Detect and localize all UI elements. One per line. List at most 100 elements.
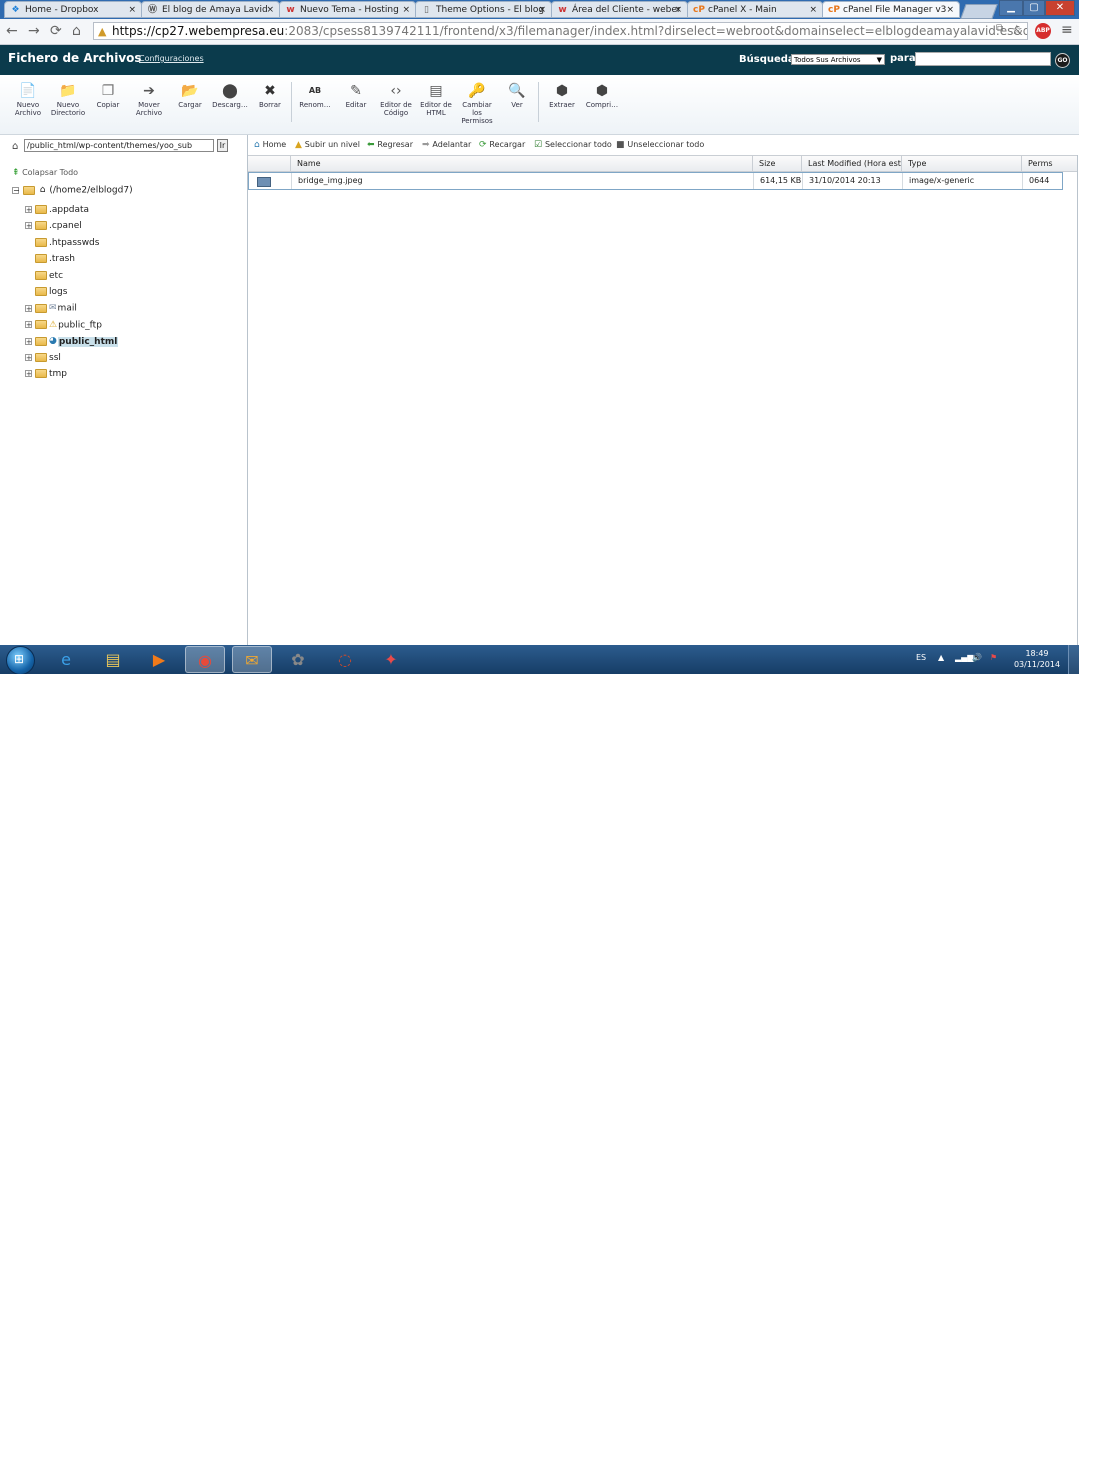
upload-button[interactable]: 📂 Cargar <box>170 82 210 109</box>
back-arrow-link[interactable]: ⬅ Regresar <box>367 140 413 150</box>
adblock-icon[interactable]: ABP <box>1035 23 1051 39</box>
tree-item[interactable]: + tmp <box>25 369 67 383</box>
path-go-button[interactable]: Ir <box>217 139 228 152</box>
close-tab-icon[interactable]: × <box>946 5 954 15</box>
delete-button[interactable]: ✖ Borrar <box>250 82 290 109</box>
permissions-button[interactable]: 🔑 Cambiar los Permisos <box>457 82 497 125</box>
size-column-header[interactable]: Size <box>752 156 801 171</box>
ie-icon[interactable]: e <box>46 646 86 673</box>
system-clock[interactable]: 18:49 03/11/2014 <box>1012 648 1062 670</box>
app-icon[interactable]: ◌ <box>325 646 365 673</box>
close-tab-icon[interactable]: × <box>266 5 274 15</box>
tree-item[interactable]: + .appdata <box>25 205 89 219</box>
compress-button[interactable]: ⬢ Compri… <box>582 82 622 109</box>
download-button[interactable]: ⬤ Descarg… <box>210 82 250 109</box>
new-folder-button[interactable]: 📁 Nuevo Directorio <box>48 82 88 117</box>
new-file-button[interactable]: 📄 Nuevo Archivo <box>8 82 48 117</box>
tree-item[interactable]: + .cpanel <box>25 221 82 235</box>
extract-button[interactable]: ⬢ Extraer <box>542 82 582 109</box>
table-row[interactable]: bridge_img.jpeg 614,15 KB 31/10/2014 20:… <box>248 172 1063 190</box>
tree-item[interactable]: etc <box>25 270 63 285</box>
settings-link[interactable]: Configuraciones <box>139 54 204 63</box>
edit-button[interactable]: ✎ Editar <box>336 82 376 109</box>
tree-item[interactable]: + ◕ public_html <box>25 336 119 350</box>
go-button[interactable]: GO <box>1055 53 1070 68</box>
expand-node-icon[interactable]: + <box>25 370 32 378</box>
expand-node-icon[interactable]: + <box>25 304 32 312</box>
collapse-node-icon[interactable]: − <box>12 186 20 194</box>
collapse-all-link[interactable]: ⇞ Colapsar Todo <box>12 168 78 178</box>
close-tab-icon[interactable]: × <box>674 5 682 15</box>
tree-item[interactable]: + ⚠public_ftp <box>25 320 102 334</box>
forward-arrow-link[interactable]: ➡ Adelantar <box>422 140 471 150</box>
bookmark-star-icon[interactable]: ☆ <box>1011 23 1023 38</box>
expand-node-icon[interactable]: + <box>25 337 32 345</box>
minimize-window-button[interactable]: ▁ <box>999 0 1023 16</box>
close-tab-icon[interactable]: × <box>128 5 136 15</box>
reload-link[interactable]: ⟳ Recargar <box>479 140 525 150</box>
up-level-link[interactable]: ▲ Subir un nivel <box>295 140 360 150</box>
chrome-icon[interactable]: ◉ <box>185 646 225 673</box>
search-scope-select[interactable]: Todos Sus Archivos ▼ <box>791 54 885 65</box>
reload-icon[interactable]: ⟳ <box>50 23 62 39</box>
select-all-link[interactable]: ☑ Seleccionar todo <box>534 140 612 150</box>
browser-tab[interactable]: Ⓦ El blog de Amaya Lavid × <box>141 1 280 18</box>
close-tab-icon[interactable]: × <box>402 5 410 15</box>
action-center-flag-icon[interactable]: ⚑ <box>990 653 997 662</box>
bird-icon[interactable]: ✦ <box>371 646 411 673</box>
explorer-icon[interactable]: ▤ <box>93 646 133 673</box>
tree-item-label: .trash <box>49 254 75 265</box>
page-action-icon[interactable]: ⧉ <box>996 23 1003 34</box>
home-link[interactable]: ⌂ Home <box>254 140 286 150</box>
show-desktop-button[interactable] <box>1068 645 1079 674</box>
expand-node-icon[interactable]: + <box>25 222 32 230</box>
move-button[interactable]: ➔ Mover Archivo <box>129 82 169 117</box>
expand-node-icon[interactable]: + <box>25 353 32 361</box>
tree-item[interactable]: logs <box>25 287 67 301</box>
expand-node-icon[interactable]: + <box>25 206 32 214</box>
home-icon[interactable]: ⌂ <box>72 23 81 39</box>
media-player-icon[interactable]: ▶ <box>139 646 179 673</box>
new-tab-button[interactable] <box>960 4 998 19</box>
tree-item[interactable]: + ssl <box>25 352 61 367</box>
tree-item[interactable]: + ✉mail <box>25 303 77 317</box>
type-column-header[interactable]: Type <box>901 156 1021 171</box>
view-button[interactable]: 🔍 Ver <box>497 82 537 109</box>
browser-tab[interactable]: cP cPanel X - Main × <box>687 1 823 18</box>
forward-arrow-icon[interactable]: → <box>28 23 40 39</box>
close-window-button[interactable]: ✕ <box>1045 0 1075 16</box>
browser-tab[interactable]: ❖ Home - Dropbox × <box>4 1 142 18</box>
browser-tab[interactable]: w Área del Cliente - weber × <box>551 1 688 18</box>
tree-item[interactable]: .trash <box>25 254 75 268</box>
url-input[interactable]: ▲ https://cp27.webempresa.eu:2083/cpsess… <box>93 22 1028 40</box>
expand-node-icon[interactable]: + <box>25 321 32 329</box>
search-input[interactable] <box>915 52 1051 66</box>
tree-root[interactable]: − ⌂ (/home2/elblogd7) <box>12 185 133 196</box>
outlook-icon[interactable]: ✉ <box>232 646 272 673</box>
maximize-window-button[interactable]: ▢ <box>1023 0 1045 16</box>
network-icon[interactable]: ▂▄▆ <box>955 653 973 662</box>
browser-menu-icon[interactable]: ≡ <box>1061 22 1073 38</box>
show-hidden-icons-icon[interactable]: ▲ <box>938 653 944 662</box>
name-column-header[interactable]: Name <box>290 156 752 171</box>
perms-column-header[interactable]: Perms <box>1021 156 1078 171</box>
unselect-all-link[interactable]: ■ Unseleccionar todo <box>616 140 704 150</box>
close-tab-icon[interactable]: × <box>809 5 817 15</box>
modified-column-header[interactable]: Last Modified (Hora está <box>801 156 901 171</box>
browser-tab[interactable]: w Nuevo Tema - Hosting × <box>279 1 416 18</box>
browser-tab[interactable]: cP cPanel File Manager v3 × <box>822 1 960 18</box>
file-name[interactable]: bridge_img.jpeg <box>291 173 753 189</box>
rename-button[interactable]: AB Renom… <box>295 82 335 109</box>
tree-item[interactable]: .htpasswds <box>25 237 99 252</box>
browser-tab[interactable]: ▯ Theme Options - El blog × <box>415 1 552 18</box>
volume-icon[interactable]: 🔊 <box>972 653 982 662</box>
language-indicator[interactable]: ES <box>916 653 926 662</box>
code-editor-button[interactable]: ‹› Editor de Código <box>376 82 416 117</box>
html-editor-button[interactable]: ▤ Editor de HTML <box>416 82 456 117</box>
close-tab-icon[interactable]: × <box>538 5 546 15</box>
path-input[interactable]: /public_html/wp-content/themes/yoo_sub <box>24 139 214 152</box>
gimp-icon[interactable]: ✿ <box>278 646 318 673</box>
copy-button[interactable]: ❐ Copiar <box>88 82 128 109</box>
back-arrow-icon[interactable]: ← <box>6 23 18 39</box>
start-button[interactable]: ⊞ <box>6 646 35 674</box>
